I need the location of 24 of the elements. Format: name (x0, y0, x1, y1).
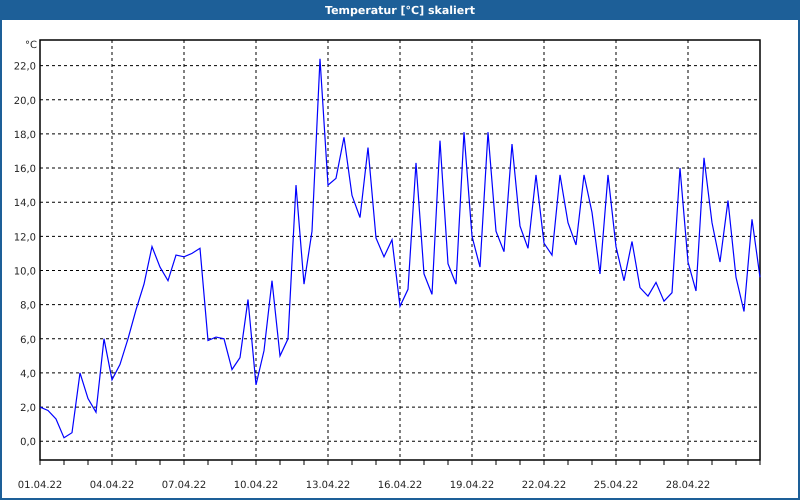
axis-tick-label: 10,0 (14, 266, 36, 278)
axis-tick-label: 25.04.22 (594, 480, 638, 491)
axis-tick-label: 16,0 (14, 164, 36, 176)
axis-tick-label: 8,0 (20, 300, 36, 312)
axis-tick-label: 16.04.22 (378, 480, 422, 491)
window-title: Temperatur [°C] skaliert (0, 0, 800, 20)
axis-tick-label: 22.04.22 (522, 480, 566, 491)
axis-tick-label: 01.04.22 (18, 480, 62, 491)
axis-tick-label: 10.04.22 (234, 480, 278, 491)
axis-tick-label: 28.04.22 (666, 480, 710, 491)
axis-tick-label: 14,0 (14, 198, 36, 210)
axis-tick-label: 19.04.22 (450, 480, 494, 491)
axis-tick-label: 07.04.22 (162, 480, 206, 491)
axis-tick-label: 04.04.22 (90, 480, 134, 491)
axis-tick-label: 20,0 (14, 96, 36, 107)
axis-unit-label: °C (25, 40, 37, 51)
axis-tick-label: 12,0 (14, 232, 36, 244)
axis-tick-label: 18,0 (14, 130, 36, 141)
axis-tick-label: 6,0 (20, 334, 36, 346)
axis-tick-label: 4,0 (20, 368, 36, 380)
axis-tick-label: 22,0 (14, 62, 36, 73)
axis-tick-label: 13.04.22 (306, 480, 350, 491)
axis-tick-label: 0,0 (20, 437, 36, 448)
axis-tick-label: 2,0 (20, 403, 36, 414)
